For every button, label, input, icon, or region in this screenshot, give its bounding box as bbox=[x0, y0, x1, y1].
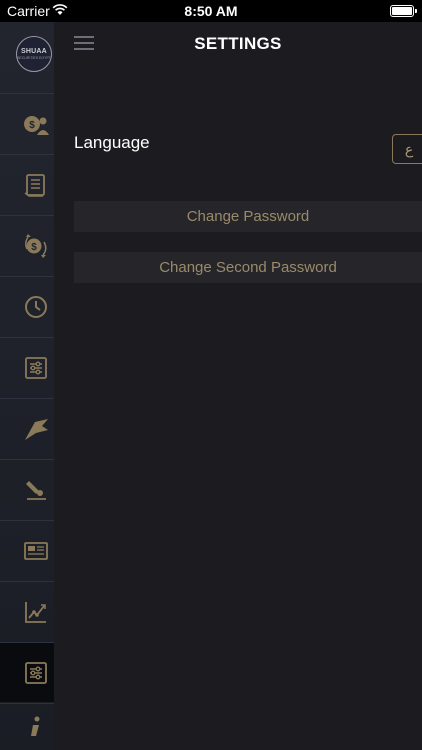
language-label: Language bbox=[74, 133, 150, 152]
money-user-icon: $ bbox=[24, 115, 49, 135]
svg-text:$: $ bbox=[29, 120, 35, 131]
sidebar-item-sign[interactable] bbox=[0, 459, 54, 519]
sidebar-item-orders[interactable] bbox=[0, 398, 54, 458]
shuaa-logo[interactable]: SHUAA SECURITIES EGYPT bbox=[16, 36, 52, 72]
change-password-button[interactable]: Change Password bbox=[74, 201, 422, 232]
svg-text:$: $ bbox=[31, 242, 37, 253]
sidebar-item-settings[interactable] bbox=[0, 642, 54, 702]
money-transfer-icon: $ bbox=[24, 233, 47, 258]
sidebar-item-info[interactable] bbox=[0, 703, 54, 750]
clock-icon bbox=[25, 295, 47, 318]
sidebar-item-history[interactable] bbox=[0, 276, 54, 336]
sidebar-item-charts[interactable] bbox=[0, 581, 54, 641]
sidebar-item-transfers[interactable]: $ bbox=[0, 215, 54, 275]
change-second-password-button[interactable]: Change Second Password bbox=[74, 252, 422, 283]
pen-sign-icon bbox=[26, 480, 46, 500]
battery-icon bbox=[390, 5, 417, 17]
sidebar-item-filters[interactable] bbox=[0, 337, 54, 397]
document-icon bbox=[24, 173, 45, 197]
page-title: SETTINGS bbox=[194, 34, 282, 53]
status-bar: Carrier 8:50 AM bbox=[0, 0, 422, 22]
info-icon bbox=[31, 716, 40, 736]
news-icon bbox=[24, 541, 48, 560]
sidebar: SHUAA SECURITIES EGYPT $ $ bbox=[0, 22, 54, 750]
sidebar-item-news[interactable] bbox=[0, 520, 54, 580]
status-time: 8:50 AM bbox=[184, 3, 238, 19]
chart-icon bbox=[25, 601, 46, 623]
sidebar-item-documents[interactable] bbox=[0, 154, 54, 214]
language-toggle-button[interactable]: ع bbox=[392, 134, 422, 164]
flag-icon bbox=[25, 418, 48, 440]
sidebar-item-portfolio[interactable]: $ bbox=[0, 93, 54, 153]
settings-icon bbox=[25, 661, 47, 684]
sliders-icon bbox=[25, 356, 47, 379]
settings-screen: SETTINGS Language ع Change Password Chan… bbox=[54, 22, 422, 750]
